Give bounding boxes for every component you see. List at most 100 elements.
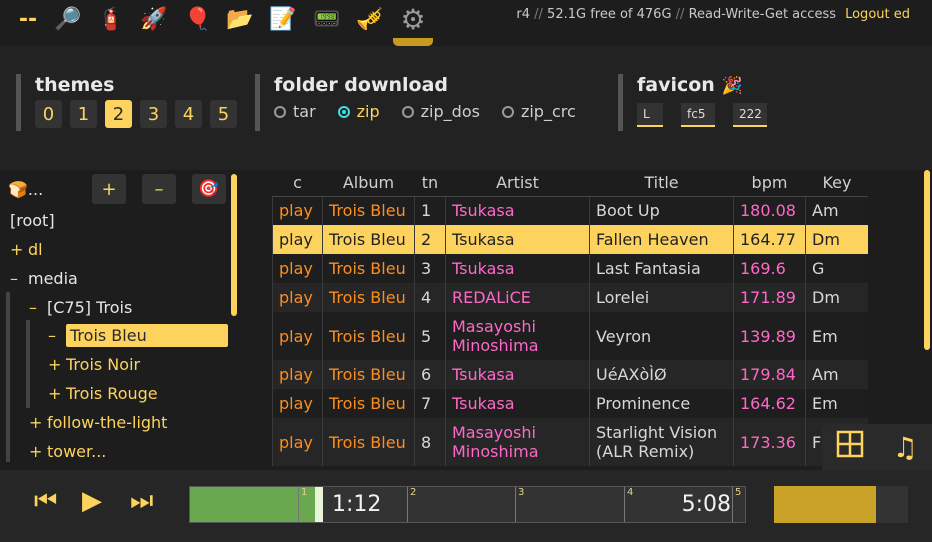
play-button[interactable]: ▶ (82, 486, 102, 516)
column-header-bpm[interactable]: bpm (733, 170, 806, 197)
title-cell: Boot Up (589, 196, 734, 225)
music-note-icon[interactable]: ♫ (893, 431, 918, 464)
play-link[interactable]: play (272, 389, 323, 418)
tree-expand-button[interactable]: + (92, 174, 126, 204)
title-cell: UéAXòÌØ (589, 360, 734, 389)
tree-mode-button[interactable]: 🍞... (8, 180, 82, 199)
favicon-text-field[interactable]: L (637, 103, 663, 127)
table-row[interactable]: play Trois Bleu 5 Masayoshi Minoshima Veyron… (272, 312, 868, 360)
tree-node-trois-bleu[interactable]: – Trois Bleu (48, 322, 228, 348)
card-icon[interactable]: 📟 (307, 2, 347, 36)
collapse-toggle[interactable]: – (29, 298, 47, 317)
tree-guide (6, 292, 10, 462)
tree-node-media[interactable]: – media (10, 265, 78, 291)
volume-level (774, 486, 876, 523)
gear-icon[interactable]: ⚙ (393, 2, 433, 46)
separator: // (534, 7, 543, 22)
expand-toggle[interactable]: + (48, 384, 66, 403)
play-link[interactable]: play (272, 312, 323, 360)
balloon-icon[interactable]: 🎈 (178, 2, 218, 36)
play-link[interactable]: play (272, 418, 323, 466)
notepad-icon[interactable]: 📝 (263, 2, 303, 36)
radio-zip[interactable]: zip (337, 102, 380, 121)
collapse-toggle[interactable]: – (48, 326, 66, 345)
play-link[interactable]: play (272, 225, 323, 254)
tree-node-trois-rouge[interactable]: + Trois Rouge (48, 380, 158, 406)
favicon-bg-field[interactable]: 222 (733, 103, 767, 127)
radio-tar[interactable]: tar (274, 102, 316, 121)
seek-bar[interactable]: 1 2 3 4 5 1:12 5:08 (189, 486, 746, 523)
theme-2-button[interactable]: 2 (105, 100, 132, 128)
tree-node-c75-trois[interactable]: – [C75] Trois (29, 294, 132, 320)
rocket-icon[interactable]: 🚀 (134, 2, 174, 36)
artist-cell[interactable]: REDALiCE (445, 283, 590, 312)
table-row[interactable]: play Trois Bleu 3 Tsukasa Last Fantasia 169.6… (272, 254, 868, 283)
album-cell[interactable]: Trois Bleu (322, 196, 415, 225)
grid-icon[interactable] (836, 430, 864, 465)
table-row[interactable]: play Trois Bleu 8 Masayoshi Minoshima Starli… (272, 418, 868, 466)
radio-zip-dos[interactable]: zip_dos (401, 102, 480, 121)
album-cell[interactable]: Trois Bleu (322, 418, 415, 466)
table-row[interactable]: play Trois Bleu 4 REDALiCE Lorelei 171.89 Dm (272, 283, 868, 312)
tree-scrollbar[interactable] (231, 174, 237, 316)
theme-1-button[interactable]: 1 (70, 100, 97, 128)
artist-cell[interactable]: Tsukasa (445, 254, 590, 283)
next-track-button[interactable]: ⏭ (130, 486, 153, 517)
play-link[interactable]: play (272, 254, 323, 283)
tree-node-trois-noir[interactable]: + Trois Noir (48, 351, 140, 377)
extinguisher-icon[interactable]: 🧯 (91, 2, 131, 36)
favicon-fg-field[interactable]: fc5 (681, 103, 715, 127)
seek-handle[interactable] (315, 487, 324, 522)
toggle-bar-button[interactable]: -- (8, 2, 48, 36)
theme-4-button[interactable]: 4 (175, 100, 202, 128)
theme-5-button[interactable]: 5 (210, 100, 237, 128)
column-header-artist[interactable]: Artist (445, 170, 590, 197)
theme-0-button[interactable]: 0 (35, 100, 62, 128)
artist-cell[interactable]: Tsukasa (445, 196, 590, 225)
theme-3-button[interactable]: 3 (140, 100, 167, 128)
play-link[interactable]: play (272, 196, 323, 225)
artist-cell[interactable]: Masayoshi Minoshima (445, 312, 590, 360)
tree-collapse-button[interactable]: – (142, 174, 176, 204)
column-header-key[interactable]: Key (805, 170, 868, 197)
tree-node-root[interactable]: [root] (10, 207, 55, 233)
tree-node-dl[interactable]: + dl (10, 236, 43, 262)
table-row[interactable]: play Trois Bleu 6 Tsukasa UéAXòÌØ 179.84 Am (272, 360, 868, 389)
artist-cell[interactable]: Tsukasa (445, 389, 590, 418)
search-icon[interactable]: 🔎 (48, 2, 88, 36)
column-header-title[interactable]: Title (589, 170, 734, 197)
play-link[interactable]: play (272, 360, 323, 389)
tree-node-follow-the-light[interactable]: + follow-the-light (29, 409, 167, 435)
artist-cell[interactable]: Masayoshi Minoshima (445, 418, 590, 466)
tree-node-tower[interactable]: + tower... (29, 438, 106, 464)
table-row[interactable]: play Trois Bleu 2 Tsukasa Fallen Heaven 164.7… (272, 225, 868, 254)
table-row[interactable]: play Trois Bleu 7 Tsukasa Prominence 164.62 Em (272, 389, 868, 418)
column-header-tn[interactable]: tn (414, 170, 446, 197)
radio-zip-crc[interactable]: zip_crc (501, 102, 576, 121)
previous-track-button[interactable]: ⏮ (34, 486, 57, 517)
folder-icon[interactable]: 📂 (220, 2, 260, 36)
bpm-cell: 164.62 (733, 389, 806, 418)
album-cell[interactable]: Trois Bleu (322, 312, 415, 360)
target-icon[interactable]: 🎯 (192, 174, 226, 204)
artist-cell[interactable]: Tsukasa (445, 225, 590, 254)
main-scrollbar[interactable] (924, 170, 930, 350)
album-cell[interactable]: Trois Bleu (322, 254, 415, 283)
expand-toggle[interactable]: + (10, 240, 28, 259)
column-header-album[interactable]: Album (322, 170, 415, 197)
play-link[interactable]: play (272, 283, 323, 312)
album-cell[interactable]: Trois Bleu (322, 389, 415, 418)
artist-cell[interactable]: Tsukasa (445, 360, 590, 389)
album-cell[interactable]: Trois Bleu (322, 360, 415, 389)
column-header-c[interactable]: c (272, 170, 323, 197)
table-row[interactable]: play Trois Bleu 1 Tsukasa Boot Up 180.08 Am (272, 196, 868, 225)
collapse-toggle[interactable]: – (10, 269, 28, 288)
logout-link[interactable]: Logout ed (845, 7, 910, 22)
trumpet-icon[interactable]: 🎺 (350, 2, 390, 36)
expand-toggle[interactable]: + (29, 413, 47, 432)
volume-slider[interactable] (774, 486, 908, 523)
album-cell[interactable]: Trois Bleu (322, 225, 415, 254)
expand-toggle[interactable]: + (29, 442, 47, 461)
expand-toggle[interactable]: + (48, 355, 66, 374)
album-cell[interactable]: Trois Bleu (322, 283, 415, 312)
